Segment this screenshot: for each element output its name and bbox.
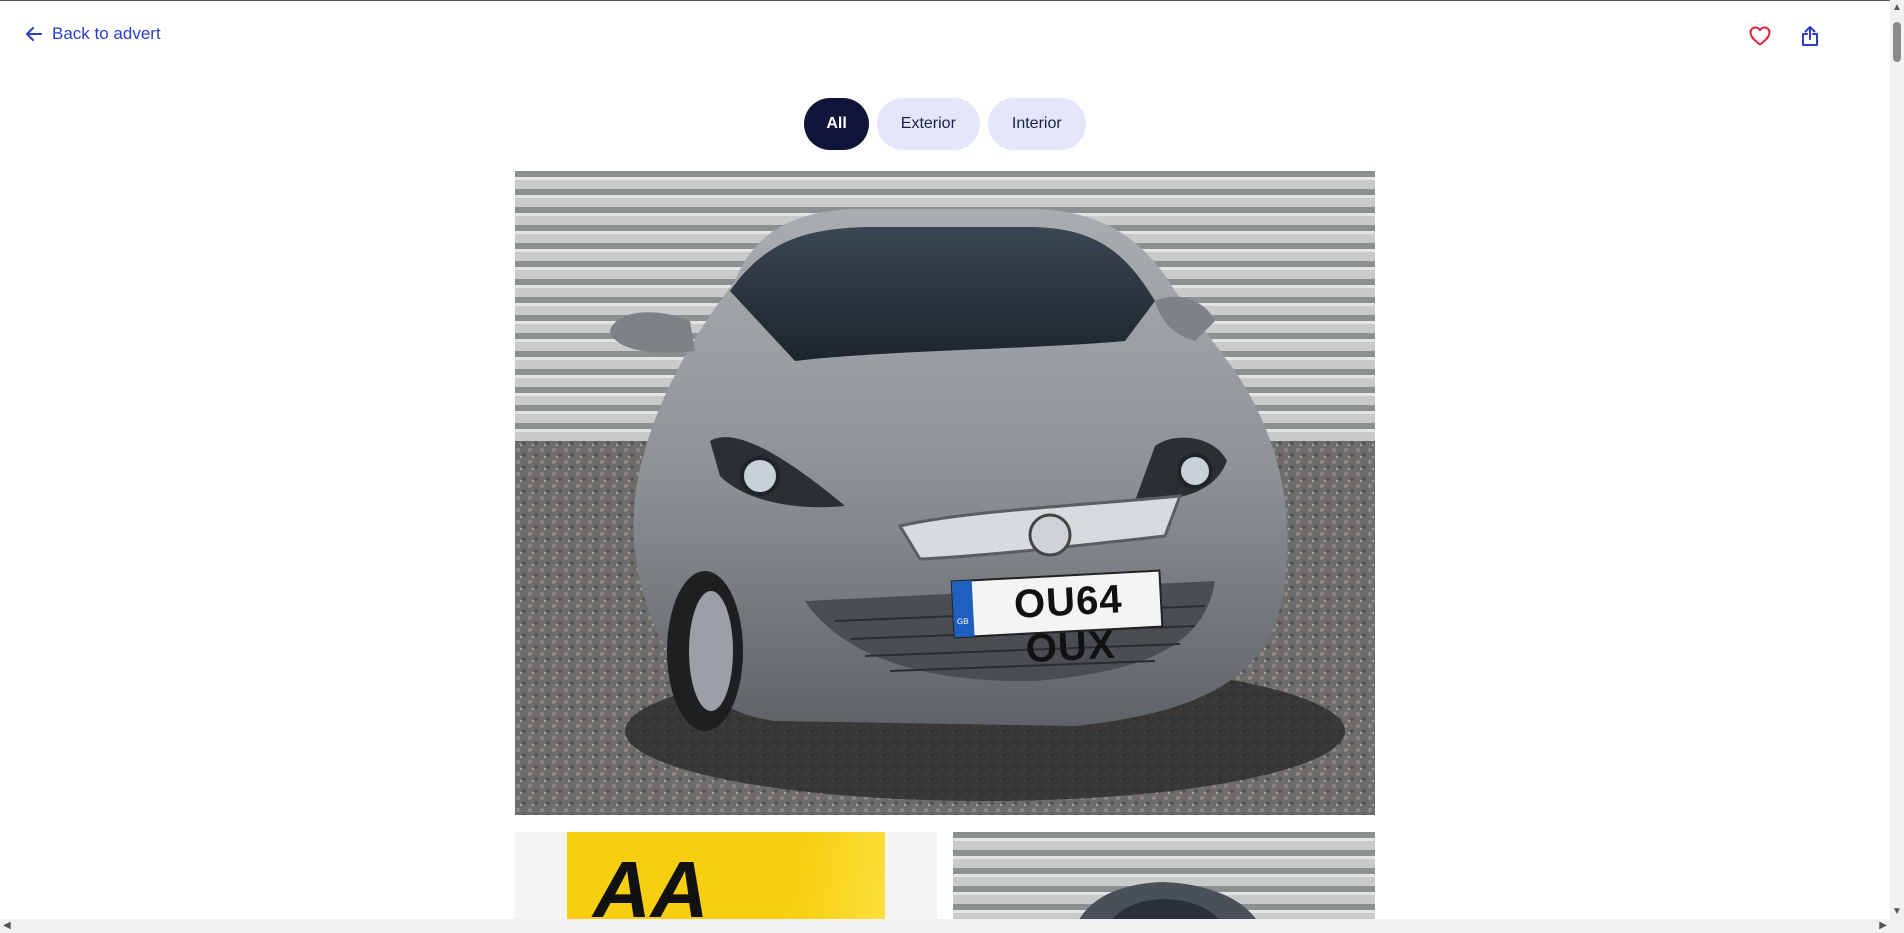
back-to-advert-link[interactable]: Back to advert <box>24 24 161 44</box>
car-photo-image <box>515 171 1375 815</box>
thumbnail-car-image <box>953 832 1375 933</box>
scroll-right-icon[interactable]: ▶ <box>1879 920 1887 931</box>
arrow-left-icon <box>26 27 42 41</box>
plate-text: OU64 OUX <box>1012 577 1124 672</box>
share-icon <box>1802 26 1818 46</box>
heart-icon <box>1749 26 1771 46</box>
top-actions <box>1746 22 1824 50</box>
share-button[interactable] <box>1796 22 1824 50</box>
scroll-left-icon[interactable]: ◀ <box>3 920 11 931</box>
horizontal-scrollbar[interactable]: ◀ ▶ <box>0 919 1890 933</box>
favourite-button[interactable] <box>1746 22 1774 50</box>
main-car-photo[interactable]: OU64 OUX GB <box>515 171 1375 815</box>
plate-badge: GB <box>956 616 969 627</box>
vertical-scrollbar[interactable]: ▲ ▼ <box>1890 0 1904 933</box>
photo-filter-tabs: All Exterior Interior <box>0 98 1890 150</box>
vertical-scroll-thumb[interactable] <box>1893 22 1901 62</box>
tab-interior[interactable]: Interior <box>987 98 1086 150</box>
scroll-down-icon[interactable]: ▼ <box>1892 906 1902 917</box>
thumbnail-aa-banner[interactable]: AA <box>515 832 937 933</box>
thumbnail-car-rear[interactable] <box>953 832 1375 933</box>
tab-all[interactable]: All <box>804 98 869 150</box>
tab-exterior[interactable]: Exterior <box>876 98 980 150</box>
scroll-up-icon[interactable]: ▲ <box>1892 2 1902 13</box>
top-border <box>0 0 1904 1</box>
back-link-label: Back to advert <box>52 24 161 43</box>
aa-logo: AA <box>593 845 709 933</box>
